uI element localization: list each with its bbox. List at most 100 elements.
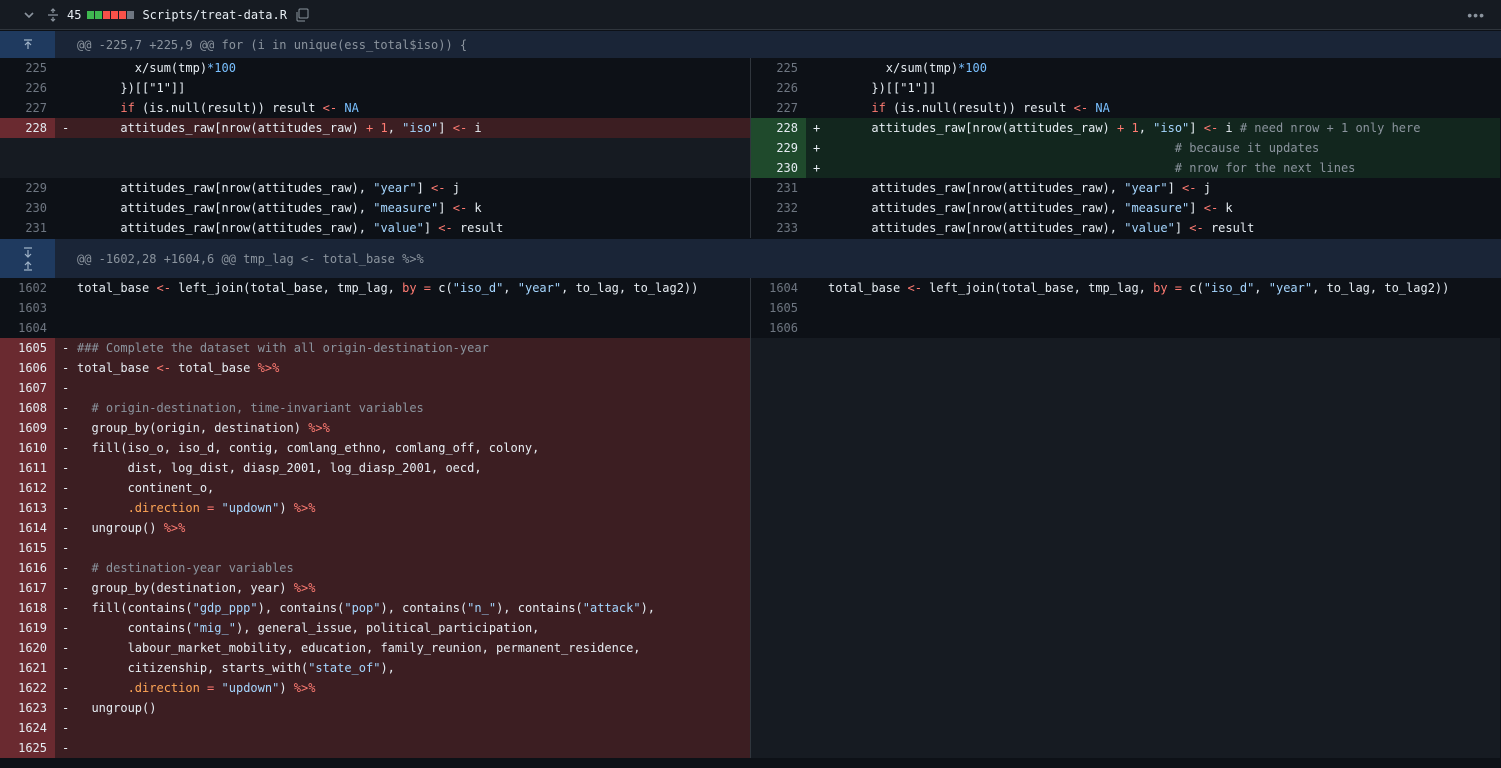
- diff-row: 226 })[["1"]] 226 })[["1"]]: [0, 78, 1501, 98]
- line-number[interactable]: 1615: [0, 538, 55, 558]
- line-number[interactable]: 1606: [0, 358, 55, 378]
- line-number[interactable]: 230: [0, 198, 55, 218]
- line-number[interactable]: 229: [0, 178, 55, 198]
- file-header: 45 Scripts/treat-data.R •••: [0, 0, 1501, 30]
- diff-right-line: 1606: [750, 318, 1500, 338]
- diff-left-line-deleted: 1616- # destination-year variables: [0, 558, 750, 578]
- hunk-header: @@ -225,7 +225,9 @@ for (i in unique(ess…: [0, 30, 1501, 58]
- code-line: ungroup(): [91, 701, 157, 715]
- diff-row: 227 if (is.null(result)) result <- NA 22…: [0, 98, 1501, 118]
- line-number[interactable]: 1619: [0, 618, 55, 638]
- expand-buttons[interactable]: [0, 239, 55, 278]
- line-number[interactable]: 1605: [751, 298, 806, 318]
- copy-icon[interactable]: [295, 8, 309, 22]
- line-number[interactable]: 226: [0, 78, 55, 98]
- code-line: fill(iso_o, iso_d, contig, comlang_ethno…: [91, 441, 540, 455]
- line-number[interactable]: 1622: [0, 678, 55, 698]
- line-number[interactable]: 227: [0, 98, 55, 118]
- line-number[interactable]: 230: [751, 158, 806, 178]
- line-number[interactable]: 1605: [0, 338, 55, 358]
- line-number[interactable]: 1603: [0, 298, 55, 318]
- line-number[interactable]: 231: [0, 218, 55, 238]
- line-number[interactable]: 1609: [0, 418, 55, 438]
- line-number[interactable]: 1607: [0, 378, 55, 398]
- diff-row: 228- attitudes_raw[nrow(attitudes_raw) +…: [0, 118, 1501, 138]
- expand-up-icon[interactable]: [22, 259, 34, 271]
- line-number[interactable]: 1624: [0, 718, 55, 738]
- code-line: .direction = "updown") %>%: [127, 681, 316, 695]
- code-line: # nrow for the next lines: [1174, 161, 1356, 175]
- diff-left-line-deleted: 1608- # origin-destination, time-invaria…: [0, 398, 750, 418]
- diff-left-line: 227 if (is.null(result)) result <- NA: [0, 98, 750, 118]
- line-number[interactable]: 1618: [0, 598, 55, 618]
- diff-left-line: 1604: [0, 318, 750, 338]
- line-number[interactable]: 228: [751, 118, 806, 138]
- code-line: attitudes_raw[nrow(attitudes_raw), "meas…: [871, 201, 1233, 215]
- expand-up-button[interactable]: [0, 31, 55, 58]
- line-number[interactable]: 1604: [0, 318, 55, 338]
- line-number[interactable]: 232: [751, 198, 806, 218]
- diff-left-line-deleted: 1623- ungroup(): [0, 698, 750, 718]
- hunk-header-text: @@ -1602,28 +1604,6 @@ tmp_lag <- total_…: [77, 251, 424, 266]
- line-number[interactable]: 229: [751, 138, 806, 158]
- diff-left-line-deleted: 1619- contains("mig_"), general_issue, p…: [0, 618, 750, 638]
- diff-right-line: 232 attitudes_raw[nrow(attitudes_raw), "…: [750, 198, 1500, 218]
- diff-right-empty: [750, 398, 1500, 418]
- line-number[interactable]: 227: [751, 98, 806, 118]
- diff-right-line: 1604 total_base <- left_join(total_base, …: [750, 278, 1500, 298]
- line-number[interactable]: 1613: [0, 498, 55, 518]
- line-number[interactable]: 1608: [0, 398, 55, 418]
- line-number[interactable]: 1617: [0, 578, 55, 598]
- diff-right-line-added: 228 + attitudes_raw[nrow(attitudes_raw) +…: [750, 118, 1500, 138]
- code-line: ### Complete the dataset with all origin…: [77, 341, 489, 355]
- code-line: citizenship, starts_with("state_of"),: [127, 661, 395, 675]
- line-number[interactable]: 225: [751, 58, 806, 78]
- line-number[interactable]: 1606: [751, 318, 806, 338]
- line-number[interactable]: 1604: [751, 278, 806, 298]
- line-number[interactable]: 1614: [0, 518, 55, 538]
- line-number[interactable]: 231: [751, 178, 806, 198]
- line-number[interactable]: 1610: [0, 438, 55, 458]
- line-number[interactable]: 1611: [0, 458, 55, 478]
- diff-right-line-added: 229 + # because it updates: [750, 138, 1500, 158]
- line-number[interactable]: 1623: [0, 698, 55, 718]
- collapse-chevron-icon[interactable]: [22, 8, 36, 22]
- diff-left-line-deleted: 1625-: [0, 738, 750, 758]
- diff-right-empty: [750, 478, 1500, 498]
- code-line: attitudes_raw[nrow(attitudes_raw) + 1, "…: [871, 121, 1421, 135]
- code-line: group_by(origin, destination) %>%: [91, 421, 330, 435]
- code-line: attitudes_raw[nrow(attitudes_raw) + 1, "…: [120, 121, 482, 135]
- code-line: continent_o,: [127, 481, 215, 495]
- diff-left-line: 225 x/sum(tmp)*100: [0, 58, 750, 78]
- line-number[interactable]: 1612: [0, 478, 55, 498]
- diff-right-empty: [750, 458, 1500, 478]
- code-line: ungroup() %>%: [91, 521, 186, 535]
- diff-left-line-deleted: 1612- continent_o,: [0, 478, 750, 498]
- diff-left-line-deleted: 1620- labour_market_mobility, education,…: [0, 638, 750, 658]
- line-number[interactable]: 1616: [0, 558, 55, 578]
- expand-down-icon[interactable]: [22, 246, 34, 259]
- diffstat-block: [127, 10, 135, 19]
- line-number[interactable]: 225: [0, 58, 55, 78]
- line-number[interactable]: 1621: [0, 658, 55, 678]
- line-number[interactable]: 1620: [0, 638, 55, 658]
- line-number[interactable]: 228: [0, 118, 55, 138]
- file-name-link[interactable]: Scripts/treat-data.R: [142, 8, 287, 22]
- line-number[interactable]: 233: [751, 218, 806, 238]
- diff-right-empty: [750, 378, 1500, 398]
- diff-left-line: 226 })[["1"]]: [0, 78, 750, 98]
- line-number[interactable]: 1602: [0, 278, 55, 298]
- diff-left-line: 229 attitudes_raw[nrow(attitudes_raw), "…: [0, 178, 750, 198]
- expand-all-icon[interactable]: [46, 7, 60, 22]
- code-line: # destination-year variables: [91, 561, 294, 575]
- diff-left-line-deleted: 1611- dist, log_dist, diasp_2001, log_di…: [0, 458, 750, 478]
- line-number[interactable]: 1625: [0, 738, 55, 758]
- diffstat-bar: [87, 10, 135, 19]
- line-number[interactable]: 226: [751, 78, 806, 98]
- diff-row: 1604 1606: [0, 318, 1501, 338]
- diff-right-empty: [750, 618, 1500, 638]
- diffstat-block: [119, 10, 127, 19]
- code-line: if (is.null(result)) result <- NA: [871, 101, 1110, 115]
- diff-row: 230 attitudes_raw[nrow(attitudes_raw), "…: [0, 198, 1501, 218]
- more-options-icon[interactable]: •••: [1467, 7, 1485, 23]
